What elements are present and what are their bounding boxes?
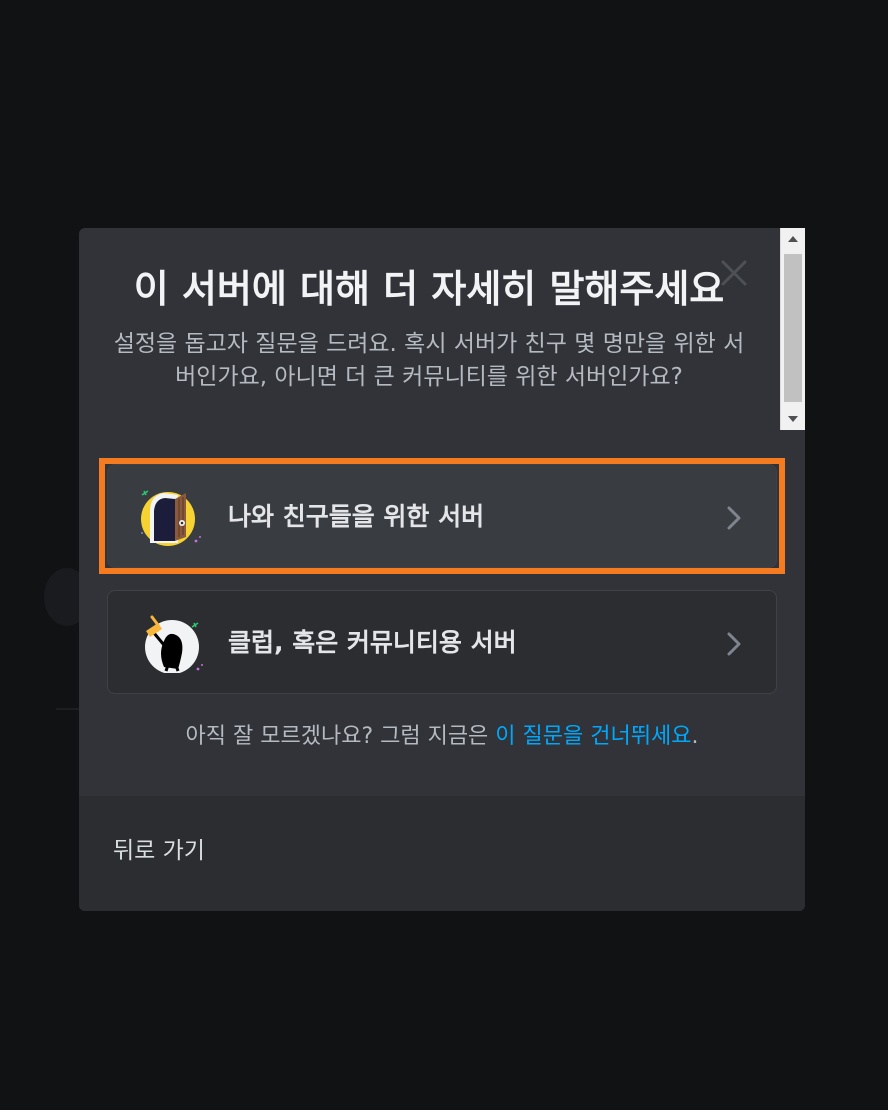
door-icon [138, 487, 204, 547]
scroll-down-arrow-icon[interactable] [781, 408, 805, 430]
modal-scrollbar[interactable] [780, 228, 805, 430]
skip-question-link[interactable]: 이 질문을 건너뛰세요 [495, 724, 691, 749]
skip-question-text: 아직 잘 모르겠나요? 그럼 지금은 이 질문을 건너뛰세요. [79, 722, 805, 752]
option-friends-label: 나와 친구들을 위한 서버 [228, 502, 485, 531]
server-purpose-modal: 이 서버에 대해 더 자세히 말해주세요 설정을 돕고자 질문을 드려요. 혹시… [79, 228, 805, 911]
option-community-server[interactable]: 클럽, 혹은 커뮤니티용 서버 [107, 590, 777, 694]
skip-suffix: . [691, 724, 699, 749]
club-icon [138, 613, 204, 674]
back-button[interactable]: 뒤로 가기 [113, 834, 205, 868]
option-community-label: 클럽, 혹은 커뮤니티용 서버 [228, 628, 517, 657]
modal-footer: 뒤로 가기 [79, 796, 805, 911]
scroll-thumb[interactable] [784, 254, 802, 402]
option-friends-server[interactable]: 나와 친구들을 위한 서버 [107, 464, 777, 568]
modal-title: 이 서버에 대해 더 자세히 말해주세요 [133, 267, 725, 311]
skip-prefix: 아직 잘 모르겠나요? 그럼 지금은 [185, 724, 496, 749]
chevron-right-icon [727, 506, 741, 530]
modal-subtitle: 설정을 돕고자 질문을 드려요. 혹시 서버가 친구 몇 명만을 위한 서버인가… [113, 331, 745, 390]
scroll-up-arrow-icon[interactable] [781, 228, 805, 250]
chevron-right-icon [727, 632, 741, 656]
